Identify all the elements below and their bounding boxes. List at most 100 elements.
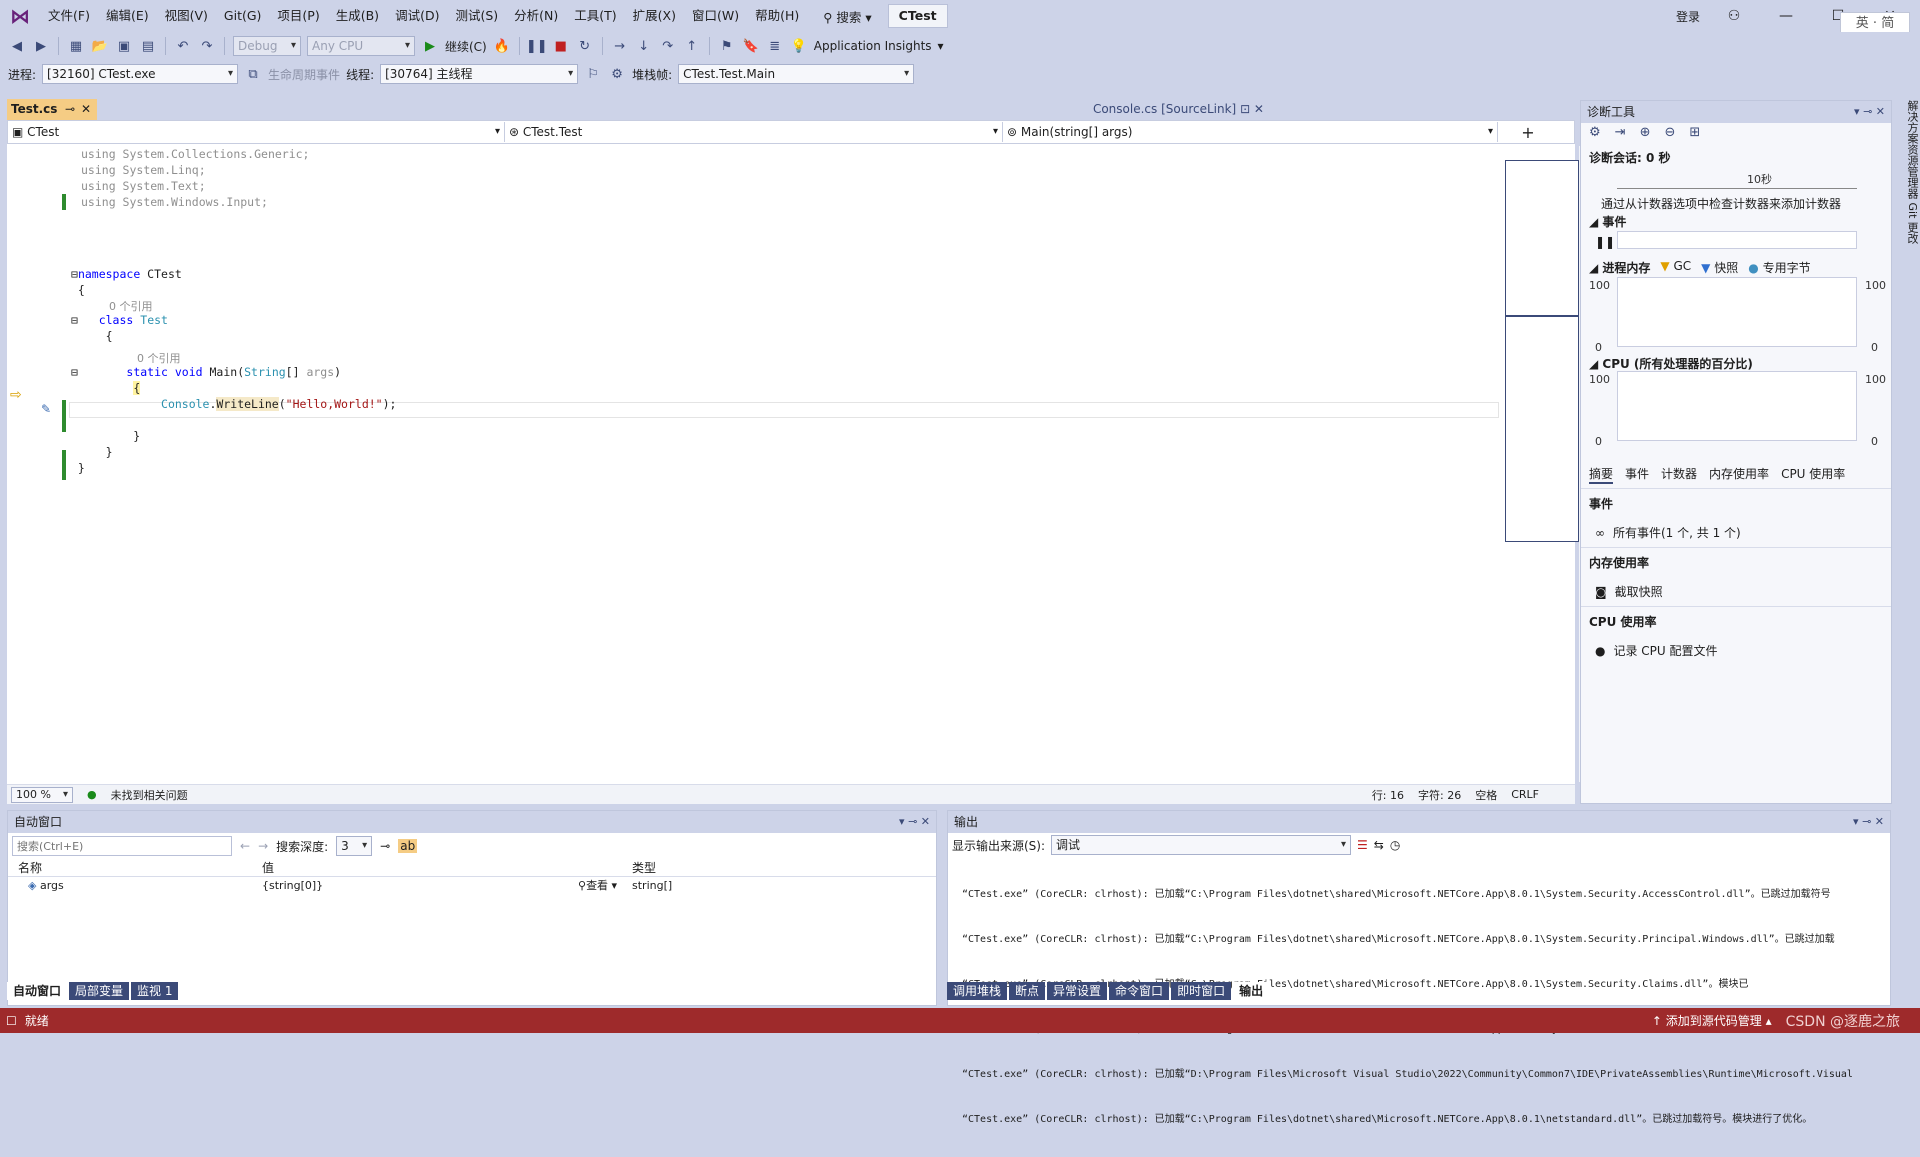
tab-output[interactable]: 输出 (1233, 982, 1270, 1000)
flag-icon[interactable]: ⚐ (584, 65, 602, 83)
save-all-icon[interactable]: ▤ (139, 37, 157, 55)
autos-search-input[interactable] (12, 836, 232, 856)
login-link[interactable]: 登录 (1676, 8, 1700, 25)
menu-help[interactable]: 帮助(H) (747, 0, 807, 32)
split-editor-icon[interactable]: + (1498, 123, 1558, 142)
hot-reload-icon[interactable]: 🔥 (493, 37, 511, 55)
panel-controls-icon[interactable]: ▾ ⊸ ✕ (1853, 811, 1884, 833)
minimize-button[interactable]: — (1768, 8, 1804, 24)
platform-select[interactable]: Any CPU (307, 36, 415, 56)
reset-view-icon[interactable]: ⊞ (1689, 125, 1700, 143)
pause-icon[interactable]: ❚❚ (1595, 235, 1615, 249)
tab-counters[interactable]: 计数器 (1661, 465, 1697, 484)
bookmark-icon[interactable]: 🔖 (742, 37, 760, 55)
search-menu[interactable]: ⚲ 搜索 ▾ (815, 7, 879, 26)
undo-icon[interactable]: ↶ (174, 37, 192, 55)
save-icon[interactable]: ▣ (115, 37, 133, 55)
tab-immediate-window[interactable]: 即时窗口 (1171, 982, 1232, 1000)
toggle-timestamp-icon[interactable]: ◷ (1390, 838, 1400, 852)
memory-graph[interactable] (1617, 277, 1857, 347)
tab-command-window[interactable]: 命令窗口 (1109, 982, 1170, 1000)
format-icon[interactable]: ab (398, 839, 418, 853)
menu-file[interactable]: 文件(F) (40, 0, 98, 32)
menu-window[interactable]: 窗口(W) (684, 0, 747, 32)
type-dropdown[interactable]: ⊛ CTest.Test (505, 122, 1003, 142)
back-icon[interactable]: ◀ (8, 37, 26, 55)
tab-autos[interactable]: 自动窗口 (7, 982, 68, 1000)
clear-all-icon[interactable]: ☰ (1357, 838, 1368, 852)
column-value[interactable]: 值 (258, 859, 628, 876)
menu-project[interactable]: 项目(P) (269, 0, 327, 32)
menu-edit[interactable]: 编辑(E) (98, 0, 157, 32)
visualizer-button[interactable]: ⚲查看 ▾ (578, 877, 628, 895)
pin-icon[interactable]: ⊸ (65, 99, 75, 120)
breakpoint-icon[interactable]: ⚑ (718, 37, 736, 55)
menu-extensions[interactable]: 扩展(X) (625, 0, 684, 32)
visual-studio-logo-icon[interactable]: ⋈ (0, 0, 40, 32)
menu-build[interactable]: 生成(B) (328, 0, 387, 32)
menu-view[interactable]: 视图(V) (157, 0, 216, 32)
notification-icon[interactable]: ☐ (6, 1014, 17, 1028)
tab-events[interactable]: 事件 (1625, 465, 1649, 484)
redo-icon[interactable]: ↷ (198, 37, 216, 55)
thread-select[interactable]: [30764] 主线程 (380, 64, 579, 84)
back-icon[interactable]: ← (240, 839, 250, 853)
pause-icon[interactable]: ❚❚ (526, 37, 548, 55)
comment-icon[interactable]: ≣ (766, 37, 784, 55)
take-snapshot-button[interactable]: ◙ 截取快照 (1581, 577, 1891, 606)
close-icon[interactable]: ✕ (81, 99, 91, 120)
record-cpu-profile-button[interactable]: ● 记录 CPU 配置文件 (1581, 636, 1891, 665)
stop-icon[interactable]: ■ (552, 37, 570, 55)
tab-watch-1[interactable]: 监视 1 (131, 982, 179, 1000)
table-row[interactable]: ◈ args {string[0]} ⚲查看 ▾ string[] (8, 877, 936, 895)
zoom-in-icon[interactable]: ⊕ (1640, 125, 1651, 143)
code-editor[interactable]: ⇨ ✎ using System.Collections.Generic; us… (7, 144, 1603, 784)
menu-tools[interactable]: 工具(T) (566, 0, 624, 32)
stack-frame-select[interactable]: CTest.Test.Main (678, 64, 915, 84)
output-text[interactable]: “CTest.exe” (CoreCLR: clrhost): 已加载“C:\P… (948, 857, 1890, 1157)
application-insights-button[interactable]: Application Insights (814, 39, 932, 53)
events-section[interactable]: ◢ 事件 (1589, 213, 1626, 230)
export-icon[interactable]: ⇥ (1615, 125, 1626, 143)
open-file-icon[interactable]: 📂 (91, 37, 109, 55)
tab-call-stack[interactable]: 调用堆栈 (947, 982, 1008, 1000)
settings-gear-icon[interactable]: ⚙ (1589, 125, 1601, 143)
menu-git[interactable]: Git(G) (216, 0, 270, 32)
cpu-section[interactable]: ◢ CPU (所有处理器的百分比) (1589, 355, 1753, 372)
new-project-icon[interactable]: ▦ (67, 37, 85, 55)
quick-action-pencil-icon[interactable]: ✎ (41, 402, 51, 416)
line-ending[interactable]: CRLF (1511, 788, 1539, 801)
tab-exception-settings[interactable]: 异常设置 (1047, 982, 1108, 1000)
tab-breakpoints[interactable]: 断点 (1009, 982, 1046, 1000)
column-name[interactable]: 名称 (8, 859, 258, 876)
panel-controls-icon[interactable]: ▾ ⊸ ✕ (1854, 101, 1885, 123)
chevron-down-icon[interactable]: ▾ (938, 39, 944, 53)
issues-status[interactable]: 未找到相关问题 (111, 787, 188, 803)
events-timeline[interactable] (1617, 231, 1857, 249)
output-source-select[interactable]: 调试 (1051, 835, 1352, 855)
pin-column-icon[interactable]: ⊸ (380, 839, 390, 853)
thread-filter-icon[interactable]: ⚙ (608, 65, 626, 83)
code-minimap[interactable] (1505, 160, 1580, 542)
step-into-icon[interactable]: ↓ (635, 37, 653, 55)
tab-console-cs[interactable]: Console.cs [SourceLink] ⊡ ✕ (1085, 99, 1272, 120)
column-type[interactable]: 类型 (628, 859, 656, 876)
forward-icon[interactable]: ▶ (32, 37, 50, 55)
tab-summary[interactable]: 摘要 (1589, 465, 1614, 484)
continue-play-icon[interactable]: ▶ (421, 37, 439, 55)
all-events-link[interactable]: ∞ 所有事件(1 个, 共 1 个) (1581, 518, 1891, 547)
process-select[interactable]: [32160] CTest.exe (42, 64, 239, 84)
menu-test[interactable]: 测试(S) (447, 0, 506, 32)
tab-test-cs[interactable]: Test.cs ⊸ ✕ (7, 99, 97, 120)
lifecycle-events-button[interactable]: 生命周期事件 (268, 66, 340, 83)
cpu-graph[interactable] (1617, 371, 1857, 441)
side-tool-tabs[interactable]: 解决方案资源管理器 Git 更改 (1892, 96, 1920, 806)
panel-controls-icon[interactable]: ▾ ⊸ ✕ (899, 811, 930, 833)
continue-button[interactable]: 继续(C) (445, 38, 487, 55)
tab-cpu-usage[interactable]: CPU 使用率 (1781, 465, 1845, 484)
source-control-button[interactable]: ↑ 添加到源代码管理 ▴ (1652, 1012, 1772, 1029)
account-icon[interactable]: ⚇ (1716, 8, 1752, 24)
show-next-statement-icon[interactable]: → (611, 37, 629, 55)
menu-debug[interactable]: 调试(D) (387, 0, 447, 32)
tab-locals[interactable]: 局部变量 (69, 982, 130, 1000)
